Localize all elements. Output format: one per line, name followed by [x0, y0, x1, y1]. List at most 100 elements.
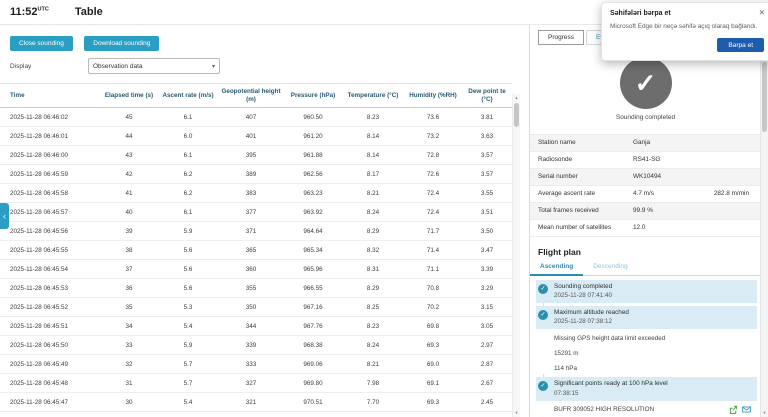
column-header[interactable]: Elapsed time (s): [100, 84, 158, 107]
restore-button[interactable]: Bərpa et: [717, 38, 764, 53]
table-cell: 69.3: [426, 341, 440, 349]
table-cell: 40: [125, 208, 133, 216]
table-row[interactable]: 2025-11-28 06:45:46295.2315971.167.6869.…: [0, 412, 512, 417]
table-cell: 71.4: [426, 246, 440, 254]
table-row[interactable]: 2025-11-28 06:45:52 35 5.3 350 967.16 8.25 70.…: [0, 298, 512, 317]
table-row[interactable]: 2025-11-28 06:45:59 42 6.2 389 962.56 8.17 72.…: [0, 165, 512, 184]
sounding-status-label: Sounding completed: [615, 114, 676, 121]
table-row[interactable]: 2025-11-28 06:46:01 44 6.0 401 961.20 8.14 73.…: [0, 127, 512, 146]
detail-row: Mean number of satellites 12.0: [530, 218, 761, 236]
detail-row: Radiosonde RS41-SG: [530, 150, 761, 168]
table-cell: 31: [125, 379, 133, 387]
tab-ascending[interactable]: Ascending: [530, 260, 584, 276]
table-scrollbar[interactable]: ▲ ▼: [512, 94, 520, 417]
table-row[interactable]: 2025-11-28 06:45:57 40 6.1 377 963.92 8.24 72.…: [0, 203, 512, 222]
table-cell: 8.24: [366, 208, 380, 216]
column-header[interactable]: Pressure (hPa): [284, 84, 342, 107]
table-cell: 5.9: [183, 227, 193, 235]
event-title: Maximum altitude reached: [554, 309, 629, 317]
detail-value: Ganja: [633, 139, 651, 147]
flight-event[interactable]: ✓ Significant points ready at 100 hPa lev…: [536, 377, 757, 401]
table-cell: 333: [245, 360, 257, 368]
table-row[interactable]: 2025-11-28 06:45:58 41 6.2 383 963.23 8.21 72.…: [0, 184, 512, 203]
table-cell: 2025-11-28 06:45:54: [10, 265, 69, 273]
table-cell: 401: [245, 132, 257, 140]
table-cell: 72.4: [426, 208, 440, 216]
table-cell: 969.80: [303, 379, 323, 387]
table-cell: 3.05: [480, 322, 494, 330]
flight-event[interactable]: ✓ Maximum altitude reached 2025-11-28 07:3…: [536, 306, 757, 330]
table-cell: 5.2: [158, 412, 218, 417]
tab-descending[interactable]: Descending: [583, 260, 637, 275]
table-cell: 961.20: [303, 132, 323, 140]
event-detail: 15291 m: [536, 344, 757, 360]
table-cell: 6.1: [183, 151, 193, 159]
table-cell: 6.1: [183, 208, 193, 216]
table-row[interactable]: 2025-11-28 06:45:56 39 5.9 371 964.64 8.29 71.…: [0, 222, 512, 241]
table-cell: 350: [245, 303, 257, 311]
table-row[interactable]: 2025-11-28 06:45:48 31 5.7 327 969.80 7.98 69.…: [0, 374, 512, 393]
panel-scrollbar-thumb[interactable]: [762, 62, 767, 132]
table-cell: 3.47: [480, 246, 494, 254]
flight-event[interactable]: ✓ Sounding completed 2025-11-28 07:41:40: [536, 279, 757, 304]
table-row[interactable]: 2025-11-28 06:45:50 33 5.9 339 968.38 8.24 69.…: [0, 336, 512, 355]
column-header[interactable]: Ascent rate (m/s): [158, 84, 218, 107]
download-sounding-button[interactable]: Download sounding: [84, 36, 160, 51]
scroll-down-icon[interactable]: ▼: [761, 409, 768, 417]
table-cell: 5.9: [183, 341, 193, 349]
mail-icon[interactable]: [742, 405, 751, 414]
detail-row: Total frames received 99.9 %: [530, 201, 761, 219]
column-header[interactable]: Humidity (%RH): [404, 84, 462, 107]
flight-event-group: ✓ Sounding completed 2025-11-28 07:41:40: [536, 279, 757, 304]
table-cell: 72.6: [426, 170, 440, 178]
close-sounding-button[interactable]: Close sounding: [10, 36, 73, 51]
table-cell: 966.55: [303, 284, 323, 292]
table-row[interactable]: 2025-11-28 06:46:02 45 6.1 407 960.50 8.23 73.…: [0, 108, 512, 127]
table-cell: 8.21: [366, 360, 380, 368]
table-cell: 5.7: [183, 379, 193, 387]
table-cell: 3.15: [480, 303, 494, 311]
table-pane: Close sounding Download sounding Display…: [0, 24, 530, 417]
scroll-down-icon[interactable]: ▼: [513, 409, 520, 417]
table-row[interactable]: 2025-11-28 06:45:49 32 5.7 333 969.06 8.21 69.…: [0, 355, 512, 374]
table-cell: 3.51: [480, 208, 494, 216]
table-row[interactable]: 2025-11-28 06:45:51 34 5.4 344 967.76 8.23 69.…: [0, 317, 512, 336]
scroll-up-icon[interactable]: ▲: [513, 94, 520, 102]
table-cell: 5.4: [183, 322, 193, 330]
table-cell: 69.3: [426, 398, 440, 406]
table-scrollbar-thumb[interactable]: [514, 103, 519, 127]
table-cell: 71.1: [426, 265, 440, 273]
column-header[interactable]: Time: [0, 84, 100, 107]
table-cell: 3.57: [480, 170, 494, 178]
table-row[interactable]: 2025-11-28 06:45:54 37 5.6 360 965.96 8.31 71.…: [0, 260, 512, 279]
close-icon[interactable]: ✕: [759, 8, 765, 17]
table-cell: 6.2: [183, 170, 193, 178]
flight-plan-tabs: Ascending Descending: [530, 260, 761, 276]
table-cell: 8.14: [366, 151, 380, 159]
column-header[interactable]: Temperature (°C): [342, 84, 404, 107]
detail-label: Station name: [538, 139, 576, 147]
table-cell: 965.34: [303, 246, 323, 254]
check-icon: ✓: [634, 67, 657, 98]
table-cell: 963.23: [303, 189, 323, 197]
panel-scrollbar[interactable]: ▲ ▼: [760, 24, 768, 417]
detail-row: Serial number WK10494: [530, 167, 761, 185]
sidebar-collapse-handle[interactable]: ‹: [0, 203, 9, 229]
table-cell: 8.17: [366, 170, 380, 178]
export-icon[interactable]: [729, 405, 738, 415]
table-cell: 961.88: [303, 151, 323, 159]
column-header[interactable]: Geopotential height (m): [218, 84, 284, 107]
table-cell: 2025-11-28 06:45:46: [0, 412, 100, 417]
event-time: 2025-11-28 07:41:40: [554, 292, 613, 300]
tab-progress[interactable]: Progress: [538, 30, 585, 45]
display-label: Display: [10, 62, 32, 70]
table-row[interactable]: 2025-11-28 06:45:55 38 5.6 365 965.34 8.32 71.…: [0, 241, 512, 260]
column-header[interactable]: Dew point te (°C): [462, 84, 512, 107]
table-cell: 36: [125, 284, 133, 292]
table-row[interactable]: 2025-11-28 06:45:47 30 5.4 321 970.51 7.70 69.…: [0, 393, 512, 412]
table-cell: 69.1: [426, 379, 440, 387]
display-select[interactable]: Observation data ▾: [88, 58, 220, 74]
event-detail: Missing GPS height data limit exceeded: [536, 329, 757, 345]
table-row[interactable]: 2025-11-28 06:46:00 43 6.1 395 961.88 8.14 72.…: [0, 146, 512, 165]
table-row[interactable]: 2025-11-28 06:45:53 36 5.6 355 966.55 8.29 70.…: [0, 279, 512, 298]
